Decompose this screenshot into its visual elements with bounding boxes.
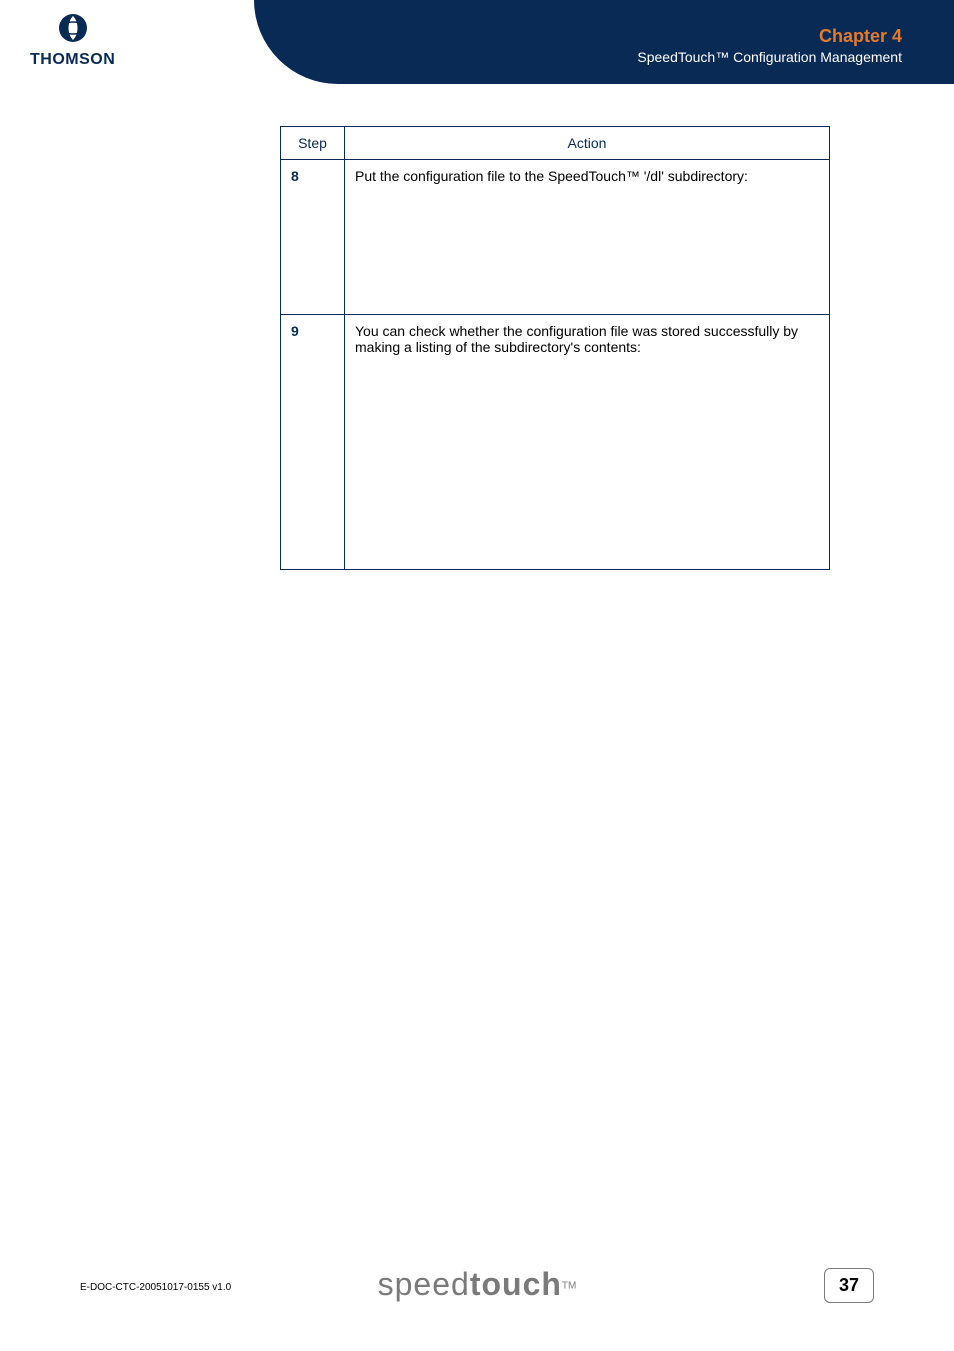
brand-light: speed bbox=[378, 1266, 470, 1302]
steps-table: Step Action 8 Put the configuration file… bbox=[280, 126, 830, 570]
step-number: 8 bbox=[291, 168, 299, 184]
thomson-globe-icon bbox=[57, 12, 89, 44]
brand-bold: touch bbox=[470, 1266, 562, 1302]
col-header-action: Action bbox=[345, 127, 830, 160]
step-action: Put the configuration file to the SpeedT… bbox=[345, 160, 830, 315]
table-row: 9 You can check whether the configuratio… bbox=[281, 315, 830, 570]
page-number: 37 bbox=[824, 1268, 874, 1303]
thomson-wordmark: THOMSON bbox=[30, 51, 115, 69]
doc-id: E-DOC-CTC-20051017-0155 v1.0 bbox=[80, 1282, 231, 1293]
step-number: 9 bbox=[291, 323, 299, 339]
content-area: Step Action 8 Put the configuration file… bbox=[280, 126, 830, 570]
chapter-subtitle: SpeedTouch™ Configuration Management bbox=[637, 49, 902, 65]
chapter-label: Chapter 4 SpeedTouch™ Configuration Mana… bbox=[637, 26, 902, 65]
thomson-logo: THOMSON bbox=[30, 12, 115, 69]
brand-tm: TM bbox=[562, 1281, 576, 1292]
step-action: You can check whether the configuration … bbox=[345, 315, 830, 570]
speedtouch-brand: speedtouchTM bbox=[378, 1266, 577, 1303]
col-header-step: Step bbox=[281, 127, 345, 160]
table-row: 8 Put the configuration file to the Spee… bbox=[281, 160, 830, 315]
chapter-number: Chapter 4 bbox=[637, 26, 902, 47]
